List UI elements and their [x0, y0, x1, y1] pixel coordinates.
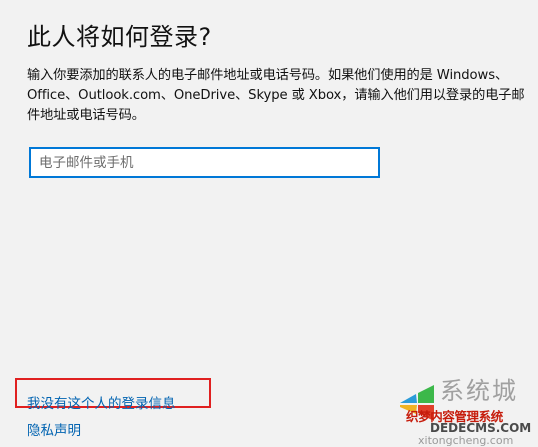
add-person-dialog: 此人将如何登录? 输入你要添加的联系人的电子邮件地址或电话号码。如果他们使用的是…: [0, 0, 538, 446]
page-title: 此人将如何登录?: [27, 23, 212, 51]
privacy-statement-link[interactable]: 隐私声明: [27, 419, 81, 439]
no-signin-info-link[interactable]: 我没有这个人的登录信息: [27, 392, 176, 412]
email-or-phone-input[interactable]: [29, 147, 380, 178]
description-text: 输入你要添加的联系人的电子邮件地址或电话号码。如果他们使用的是 Windows、…: [27, 68, 525, 123]
